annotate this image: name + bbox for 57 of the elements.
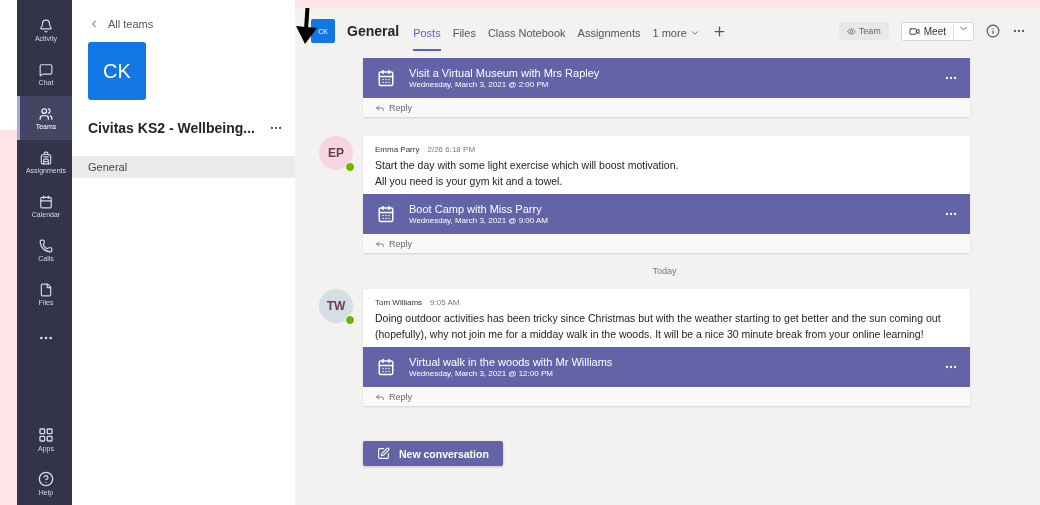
reply-button[interactable]: Reply [363, 98, 970, 117]
event-date: Wednesday, March 3, 2021 @ 2:00 PM [409, 80, 550, 89]
reply-icon [375, 391, 385, 402]
phone-icon [39, 238, 53, 253]
tab[interactable]: Posts [413, 15, 441, 51]
reply-icon [375, 238, 385, 249]
new-conversation-button[interactable]: New conversation [363, 441, 503, 466]
bell-icon [39, 18, 53, 33]
team-avatar: CK [88, 42, 146, 100]
channel-item[interactable]: General [72, 156, 295, 178]
team-name: Civitas KS2 - Wellbeing... [88, 120, 255, 136]
event-title: Virtual walk in the woods with Mr Williams [409, 356, 614, 368]
backpack-icon [39, 150, 53, 165]
meet-button[interactable]: Meet [901, 22, 954, 40]
tab[interactable]: Assignments [577, 15, 641, 51]
date-divider: Today [652, 266, 677, 276]
calendar-icon [377, 69, 395, 87]
author-name: Emma Parry [375, 145, 420, 154]
reply-button[interactable]: Reply [363, 387, 970, 406]
chat-icon [39, 62, 53, 77]
grid-icon [38, 426, 54, 443]
event-banner[interactable]: Visit a Virtual Museum with Mrs Rapley Wednesday, March 3, 2021 @ 2:00 PM [363, 58, 970, 98]
compose-icon [377, 447, 390, 460]
post-text: Start the day with some light exercise which will boost motivation. All you need is your gym kit and a towel. [375, 158, 680, 189]
file-icon [39, 282, 53, 297]
tab[interactable]: 1 more [652, 15, 700, 51]
people-icon [39, 106, 53, 121]
tab[interactable]: Files [452, 15, 476, 51]
plus-icon [711, 23, 727, 39]
calendar-icon [377, 205, 395, 223]
event-title: Boot Camp with Miss Parry [409, 203, 543, 215]
info-icon [986, 24, 1000, 38]
event-date: Wednesday, March 3, 2021 @ 12:00 PM [409, 369, 554, 378]
event-banner[interactable]: Virtual walk in the woods with Mr Williams Wednesday, March 3, 2021 @ 12:00 PM [363, 347, 970, 387]
avatar: TW [319, 289, 353, 323]
add-tab-button[interactable] [711, 23, 727, 39]
back-link[interactable]: All teams [72, 18, 170, 30]
post-time: 9:05 AM [430, 298, 460, 307]
reply-button[interactable]: Reply [363, 234, 970, 253]
event-title: Visit a Virtual Museum with Mrs Rapley [409, 67, 601, 79]
calendar-icon [39, 194, 53, 209]
chevron-down-icon [689, 28, 700, 38]
calendar-icon [377, 358, 395, 376]
tab[interactable]: Class Notebook [487, 15, 566, 51]
avatar: EP [319, 136, 353, 170]
team-button[interactable]: Team [838, 22, 889, 40]
event-banner[interactable]: Boot Camp with Miss Parry Wednesday, March 3, 2021 @ 9:00 AM [363, 194, 970, 234]
info-button[interactable] [986, 24, 1000, 38]
video-icon [908, 25, 920, 37]
post-text: Doing outdoor activities has been tricky since Christmas but with the weather starting to get better and the sun coming out (hopefully), why not join me for a midday walk in the woods. It will be a nice 30 minute break from your online learning! [375, 311, 942, 342]
channel-title: General [347, 23, 400, 39]
post-time: 2/26 6:18 PM [427, 145, 476, 154]
eye-icon [846, 26, 856, 36]
reply-icon [375, 102, 385, 113]
help-icon [38, 470, 54, 487]
event-date: Wednesday, March 3, 2021 @ 9:00 AM [409, 216, 549, 225]
author-name: Tom Williams [375, 298, 423, 307]
